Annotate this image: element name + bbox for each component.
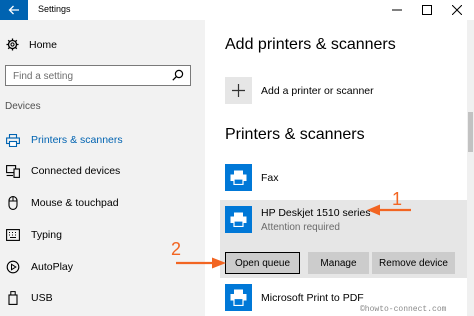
main-content: Add printers & scanners Add a printer or…	[205, 20, 467, 316]
sidebar-item-mouse-touchpad[interactable]: Mouse & touchpad	[0, 192, 205, 214]
section-label-devices: Devices	[5, 101, 41, 112]
close-button[interactable]	[444, 0, 470, 20]
connected-devices-icon	[6, 164, 20, 178]
printer-item-hp-deskjet[interactable]: HP Deskjet 1510 series Attention require…	[225, 206, 371, 233]
printer-name: Fax	[261, 171, 279, 184]
search-box[interactable]	[5, 65, 191, 86]
autoplay-icon	[6, 260, 20, 274]
add-printer-label: Add a printer or scanner	[261, 84, 374, 97]
back-button[interactable]	[0, 0, 28, 20]
printer-name: Microsoft Print to PDF	[261, 291, 364, 304]
add-printers-heading: Add printers & scanners	[225, 36, 396, 53]
mouse-icon	[6, 196, 20, 210]
gear-icon	[6, 38, 19, 51]
title-bar: Settings	[0, 0, 474, 20]
home-link[interactable]: Home	[6, 38, 57, 51]
sidebar-item-label: Typing	[31, 229, 62, 241]
sidebar-item-usb[interactable]: USB	[0, 287, 205, 309]
close-icon	[452, 5, 462, 15]
sidebar-item-label: Connected devices	[31, 165, 121, 177]
plus-icon	[225, 77, 252, 104]
printer-item-fax[interactable]: Fax	[225, 164, 279, 191]
annotation-arrow-1-icon	[367, 204, 411, 216]
manage-button[interactable]: Manage	[308, 252, 369, 274]
back-arrow-icon	[8, 5, 19, 15]
printer-icon	[225, 164, 252, 191]
watermark: ©howto-connect.com	[360, 305, 447, 314]
printer-icon	[225, 206, 252, 233]
search-icon	[172, 69, 184, 81]
keyboard-icon	[6, 229, 20, 241]
maximize-icon	[422, 5, 432, 15]
sidebar-item-label: Mouse & touchpad	[31, 197, 119, 209]
annotation-arrow-2-icon	[176, 257, 226, 269]
sidebar: Home Devices Printers & scanners Connect…	[0, 20, 205, 316]
printer-status: Attention required	[261, 222, 340, 233]
minimize-button[interactable]	[384, 0, 410, 20]
sidebar-item-label: Printers & scanners	[31, 134, 123, 146]
sidebar-item-connected-devices[interactable]: Connected devices	[0, 160, 205, 182]
sidebar-item-printers-scanners[interactable]: Printers & scanners	[0, 129, 205, 151]
home-label: Home	[29, 38, 58, 51]
printer-item-microsoft-pdf[interactable]: Microsoft Print to PDF	[225, 284, 364, 311]
printers-heading: Printers & scanners	[225, 126, 365, 143]
usb-icon	[6, 291, 20, 305]
sidebar-item-label: AutoPlay	[31, 261, 74, 273]
open-queue-button[interactable]: Open queue	[225, 252, 300, 274]
scrollbar[interactable]	[467, 20, 474, 316]
sidebar-item-label: USB	[31, 292, 53, 304]
add-printer-button[interactable]: Add a printer or scanner	[225, 77, 374, 104]
selected-printer-panel[interactable]: HP Deskjet 1510 series Attention require…	[220, 200, 467, 278]
printer-icon	[6, 133, 20, 147]
maximize-button[interactable]	[414, 0, 440, 20]
remove-device-button[interactable]: Remove device	[372, 252, 455, 274]
printer-name: HP Deskjet 1510 series	[261, 207, 371, 219]
window-title: Settings	[38, 4, 71, 14]
minimize-icon	[392, 9, 402, 11]
search-input[interactable]	[6, 68, 156, 85]
pdf-printer-icon	[225, 284, 252, 311]
scrollbar-thumb[interactable]	[468, 112, 473, 152]
